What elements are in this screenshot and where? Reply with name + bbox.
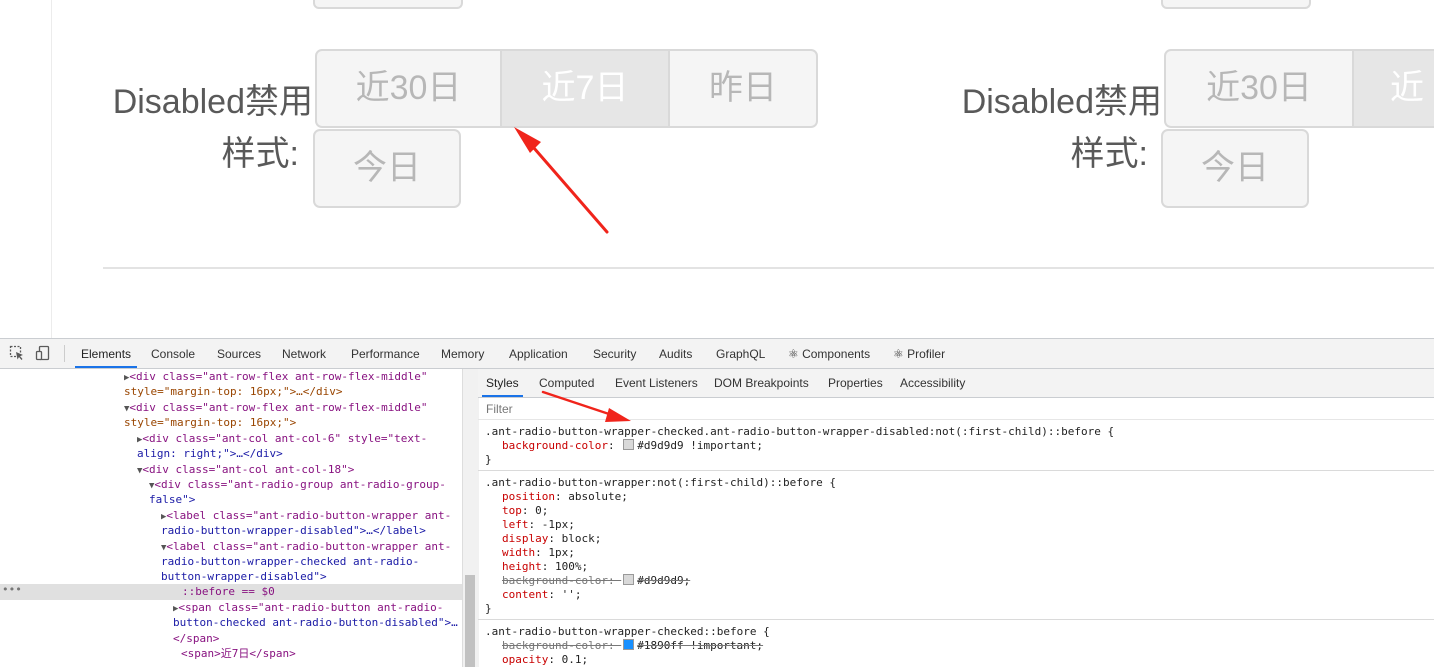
tab-dom-breakpoints[interactable]: DOM Breakpoints	[714, 369, 809, 397]
inspect-element-icon[interactable]	[9, 345, 25, 361]
css-selector[interactable]: .ant-radio-button-wrapper:not(:first-chi…	[485, 476, 836, 490]
css-declaration-overridden[interactable]: background-color: #1890ff !important;	[502, 639, 763, 653]
dom-node-row[interactable]: <span>近7日</span>	[181, 646, 296, 661]
radio-button-last-30-days-right[interactable]: 近30日	[1164, 49, 1354, 128]
disabled-style-label: Disabled禁用 样式:	[108, 76, 313, 180]
disabled-style-label-right: Disabled禁用 样式:	[957, 76, 1162, 180]
dom-node-before-selected[interactable]: ::before == $0	[182, 584, 275, 599]
tab-event-listeners[interactable]: Event Listeners	[615, 369, 698, 397]
radio-button-today[interactable]: 今日	[313, 129, 461, 208]
label-line-2-right: 样式:	[1070, 135, 1148, 173]
tab-profiler[interactable]: ⚛ Profiler	[893, 339, 945, 368]
rule-divider	[478, 619, 1434, 620]
tab-accessibility[interactable]: Accessibility	[900, 369, 965, 397]
tab-console[interactable]: Console	[151, 339, 195, 368]
radio-button-last-30-days[interactable]: 近30日	[315, 49, 502, 128]
radio-button-yesterday[interactable]: 昨日	[668, 49, 818, 128]
css-declaration[interactable]: opacity: 0.1;	[502, 653, 588, 667]
previous-row-button-stub-right	[1161, 0, 1311, 9]
styles-tabbar: Styles Computed Event Listeners DOM Brea…	[478, 369, 1434, 398]
color-swatch-icon[interactable]	[623, 639, 635, 650]
dom-node-row[interactable]: false">	[149, 492, 195, 507]
tab-network[interactable]: Network	[282, 339, 326, 368]
dom-node-row[interactable]: radio-button-wrapper-disabled">…</label>	[161, 523, 426, 538]
node-more-icon[interactable]: •••	[2, 583, 22, 596]
css-declaration[interactable]: background-color: #d9d9d9 !important;	[502, 439, 763, 453]
tab-audits[interactable]: Audits	[659, 339, 692, 368]
dom-node-row[interactable]: </span>	[173, 631, 219, 646]
radio-button-last-7-days-right[interactable]: 近7	[1352, 49, 1434, 128]
styles-filter-input[interactable]: Filter	[486, 402, 513, 416]
css-declaration[interactable]: width: 1px;	[502, 546, 575, 560]
component-preview: Disabled禁用 样式: 近30日 近7日 昨日 今日 Disabled禁用…	[0, 0, 1434, 338]
device-toolbar-icon[interactable]	[35, 345, 51, 361]
css-declaration[interactable]: height: 100%;	[502, 560, 588, 574]
css-declaration[interactable]: position: absolute;	[502, 490, 628, 504]
section-divider	[103, 267, 1434, 269]
tab-styles[interactable]: Styles	[482, 369, 523, 397]
css-rule-close: }	[485, 453, 492, 466]
css-declaration[interactable]: display: block;	[502, 532, 601, 546]
label-line-1-right: Disabled禁用	[961, 83, 1162, 121]
elements-scrollbar-thumb[interactable]	[465, 575, 475, 667]
tab-elements[interactable]: Elements	[75, 339, 138, 368]
dom-node-row[interactable]: button-checked ant-radio-button-disabled…	[173, 615, 458, 630]
dom-node-row[interactable]: radio-button-wrapper-checked ant-radio-	[161, 554, 419, 569]
radio-button-last-7-days-checked[interactable]: 近7日	[500, 49, 670, 128]
css-rule-close: }	[485, 602, 492, 615]
dom-node-row[interactable]: button-wrapper-disabled">	[161, 569, 327, 584]
css-selector[interactable]: .ant-radio-button-wrapper-checked.ant-ra…	[485, 425, 1114, 439]
css-declaration[interactable]: left: -1px;	[502, 518, 575, 532]
elements-tree: ••• ▶<div class="ant-row-flex ant-row-fl…	[0, 369, 462, 667]
dom-node-row[interactable]: style="margin-top: 16px;">…</div>	[124, 384, 343, 399]
tab-properties[interactable]: Properties	[828, 369, 883, 397]
css-declaration[interactable]: content: '';	[502, 588, 581, 602]
label-line-2: 样式:	[221, 135, 299, 173]
tab-memory[interactable]: Memory	[441, 339, 484, 368]
toolbar-separator	[64, 345, 65, 362]
css-declaration[interactable]: top: 0;	[502, 504, 548, 518]
previous-row-button-stub	[313, 0, 463, 9]
tab-application[interactable]: Application	[509, 339, 568, 368]
css-declaration-overridden[interactable]: background-color: #d9d9d9;	[502, 574, 690, 588]
color-swatch-icon[interactable]	[623, 439, 635, 450]
dom-node-row[interactable]: style="margin-top: 16px;">	[124, 415, 296, 430]
tab-graphql[interactable]: GraphQL	[716, 339, 765, 368]
radio-button-today-right[interactable]: 今日	[1161, 129, 1309, 208]
tab-computed[interactable]: Computed	[539, 369, 594, 397]
filter-divider	[478, 419, 1434, 420]
dom-node-row[interactable]: align: right;">…</div>	[137, 446, 283, 461]
color-swatch-icon[interactable]	[623, 574, 635, 585]
left-divider	[51, 0, 52, 338]
tab-security[interactable]: Security	[593, 339, 636, 368]
devtools-toolbar: Elements Console Sources Network Perform…	[0, 339, 1434, 369]
styles-pane: Styles Computed Event Listeners DOM Brea…	[478, 369, 1434, 667]
tab-sources[interactable]: Sources	[217, 339, 261, 368]
devtools-panel: Elements Console Sources Network Perform…	[0, 338, 1434, 667]
label-line-1: Disabled禁用	[112, 83, 313, 121]
tab-performance[interactable]: Performance	[351, 339, 420, 368]
css-selector[interactable]: .ant-radio-button-wrapper-checked::befor…	[485, 625, 770, 639]
tab-components[interactable]: ⚛ Components	[788, 339, 870, 368]
rule-divider	[478, 470, 1434, 471]
